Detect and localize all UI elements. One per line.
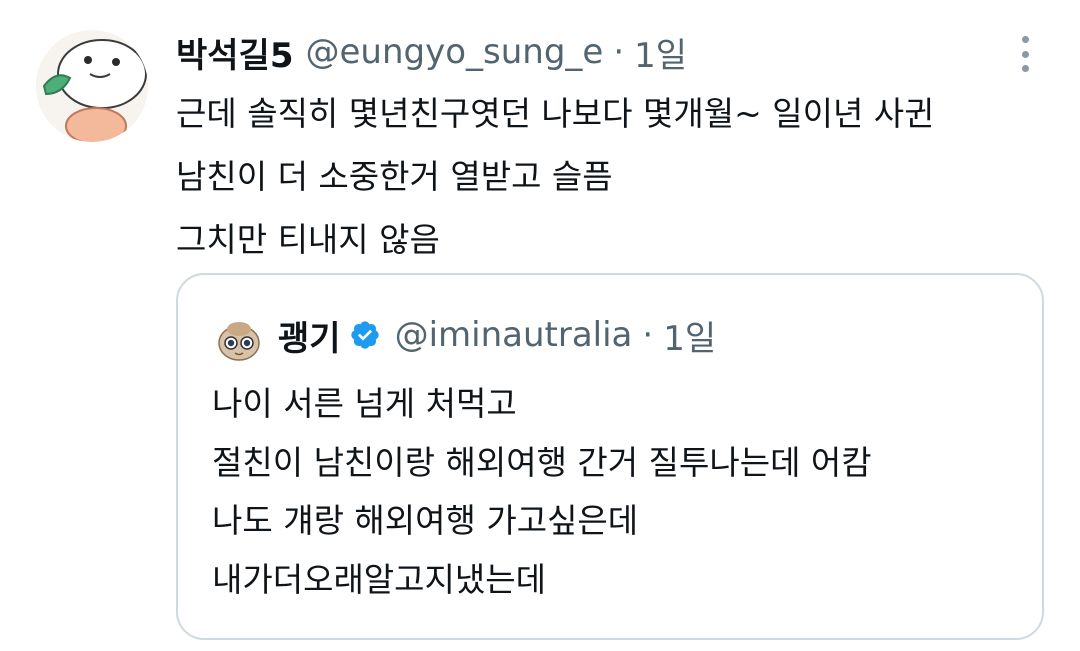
- tweet: 박석길5 @eungyo_sung_e · 1일 근데 솔직히 몇년친구엿던 나…: [0, 0, 1080, 651]
- verified-badge-icon[interactable]: [349, 319, 381, 351]
- display-name[interactable]: 박석길5: [176, 28, 294, 77]
- quoted-tweet-header: 괭기 @iminautralia · 1일: [278, 309, 716, 361]
- dot: [1021, 50, 1029, 58]
- separator-dot: ·: [642, 315, 654, 355]
- tweet-text: 근데 솔직히 몇년친구엿던 나보다 몇개월~ 일이년 사귄 남친이 더 소중한거…: [176, 82, 935, 271]
- more-options-icon[interactable]: [1012, 32, 1038, 76]
- tweet-header: 박석길5 @eungyo_sung_e · 1일: [176, 26, 687, 78]
- tweet-text-line: 남친이 더 소중한거 열받고 슬픔: [176, 157, 613, 196]
- quoted-user-handle[interactable]: @iminautralia: [395, 315, 633, 355]
- quoted-text-line: 나도 걔랑 해외여행 가고싶은데: [212, 501, 639, 540]
- user-handle[interactable]: @eungyo_sung_e: [306, 32, 604, 72]
- quoted-text-line: 절친이 남친이랑 해외여행 간거 질투나는데 어캄: [212, 442, 872, 482]
- quoted-display-name[interactable]: 괭기: [278, 311, 341, 360]
- separator-dot: ·: [613, 32, 625, 72]
- tweet-text-line: 그치만 티내지 않음: [176, 220, 440, 259]
- tweet-text-line: 근데 솔직히 몇년친구엿던 나보다 몇개월~ 일이년 사귄: [176, 94, 935, 133]
- dot: [1021, 36, 1029, 43]
- dot: [1021, 65, 1029, 72]
- avatar[interactable]: [36, 30, 148, 142]
- quoted-avatar[interactable]: [214, 315, 264, 365]
- quoted-tweet-text: 나이 서른 넘게 처먹고 절친이 남친이랑 해외여행 간거 질투나는데 어캄 나…: [212, 375, 872, 609]
- quoted-avatar-image: [214, 315, 264, 365]
- avatar-image: [36, 30, 148, 142]
- quoted-text-line: 내가더오래알고지냈는데: [212, 559, 546, 599]
- timestamp[interactable]: 1일: [634, 28, 687, 77]
- quoted-text-line: 나이 서른 넘게 처먹고: [212, 384, 517, 423]
- quoted-timestamp[interactable]: 1일: [663, 311, 716, 360]
- quoted-tweet[interactable]: 괭기 @iminautralia · 1일 나이 서른 넘게 처먹고 절친이 남…: [176, 273, 1044, 640]
